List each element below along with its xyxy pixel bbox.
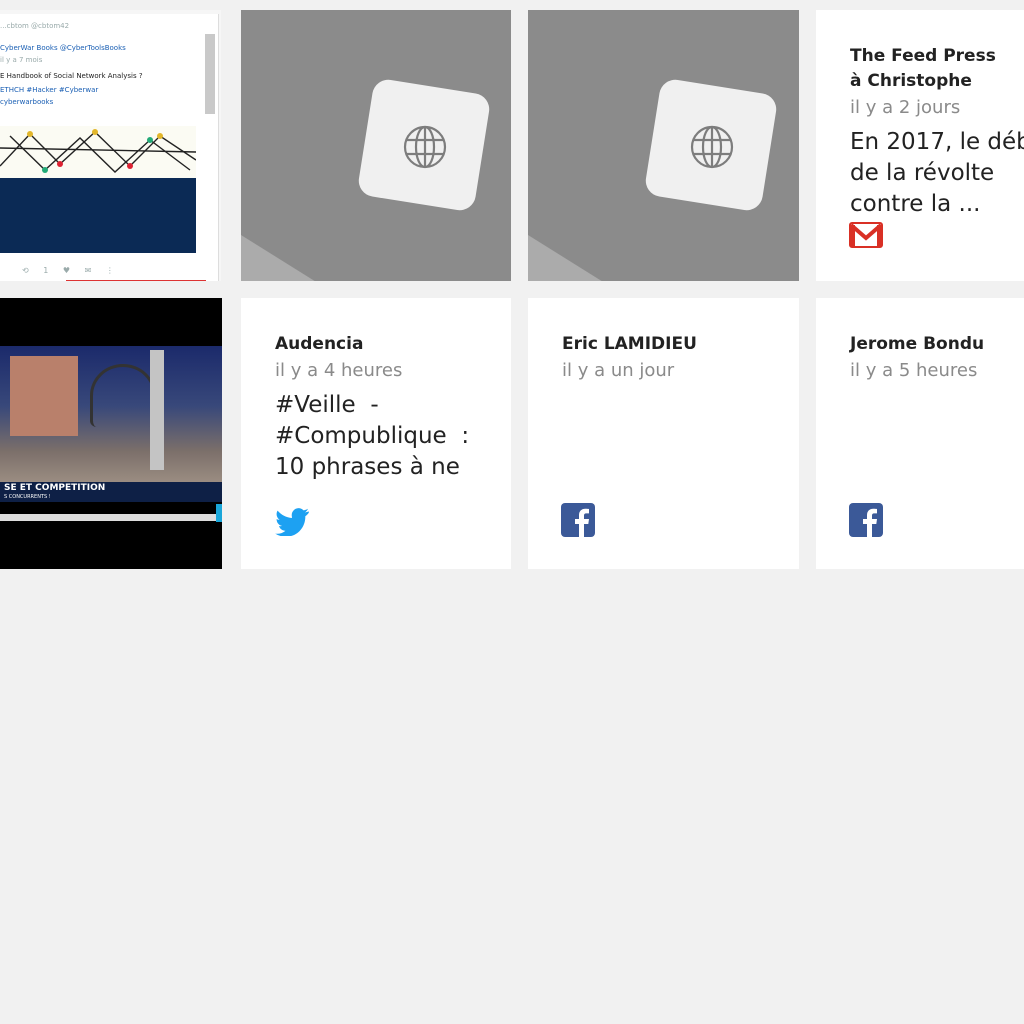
message-card[interactable]: The Feed Press à Christophe il y a 2 jou… xyxy=(816,10,1024,281)
tweet-account: CyberWar Books @CyberToolsBooks xyxy=(0,44,126,52)
card-recipient: à Christophe xyxy=(850,71,972,91)
message-card[interactable]: Jerome Bondu il y a 5 heures xyxy=(816,298,1024,569)
card-header: The Feed Press à Christophe xyxy=(850,10,1024,94)
message-card[interactable]: Eric LAMIDIEU il y a un jour xyxy=(528,298,799,569)
card-time: il y a un jour xyxy=(562,360,675,381)
video-progress-handle[interactable] xyxy=(216,504,222,522)
message-card[interactable]: Audencia il y a 4 heures #Veille - #Comp… xyxy=(241,298,511,569)
network-graph-image xyxy=(0,126,196,178)
link-placeholder-tile[interactable] xyxy=(241,10,511,281)
globe-icon xyxy=(690,125,734,169)
tweet-actions: ⟲ 1 ♥ ✉ ⋮ xyxy=(22,266,120,275)
card-author: Eric LAMIDIEU xyxy=(562,334,697,354)
tweet-screenshot: ...cbtom @cbtom42 CyberWar Books @CyberT… xyxy=(0,14,219,281)
tweet-handle: ...cbtom @cbtom42 xyxy=(0,22,70,30)
card-author: Jerome Bondu xyxy=(850,334,985,354)
placeholder-shape xyxy=(241,210,511,281)
card-time: il y a 2 jours xyxy=(850,97,961,118)
placeholder-shape xyxy=(528,210,799,281)
facebook-icon xyxy=(561,503,595,537)
tweet-time: il y a 7 mois xyxy=(0,56,43,64)
video-sculpture xyxy=(90,364,156,427)
card-time: il y a 4 heures xyxy=(275,360,403,381)
card-snippet: En 2017, le déb de la révolte contre la … xyxy=(850,129,1024,217)
globe-icon xyxy=(403,125,447,169)
video-banner-title: SE ET COMPETITION xyxy=(4,483,106,493)
facebook-icon xyxy=(849,503,883,537)
video-thumbnail-tile[interactable]: SE ET COMPETITION S CONCURRENTS ! xyxy=(0,298,222,569)
tweet-hashtags: ETHCH #Hacker #Cyberwar xyxy=(0,86,99,94)
card-snippet: #Veille - #Compublique : 10 phrases à ne xyxy=(275,392,470,480)
scrollbar xyxy=(205,34,215,114)
video-building xyxy=(10,356,78,436)
video-banner-subtitle: S CONCURRENTS ! xyxy=(4,494,51,500)
tweet-text: E Handbook of Social Network Analysis ? xyxy=(0,72,143,80)
book-cover-image xyxy=(0,178,196,253)
gmail-icon xyxy=(849,222,883,248)
video-banner: SE ET COMPETITION S CONCURRENTS ! xyxy=(0,482,222,502)
highlight-box xyxy=(66,280,206,281)
tweet-hashtag-2: cyberwarbooks xyxy=(0,98,54,106)
video-pillar xyxy=(150,350,164,470)
video-progress-bar[interactable] xyxy=(0,514,222,521)
card-time: il y a 5 heures xyxy=(850,360,978,381)
card-author: The Feed Press xyxy=(850,46,996,66)
card-author: Audencia xyxy=(275,334,364,354)
link-placeholder-tile[interactable] xyxy=(528,10,799,281)
tweet-screenshot-tile[interactable]: ...cbtom @cbtom42 CyberWar Books @CyberT… xyxy=(0,10,221,281)
twitter-icon xyxy=(275,508,309,536)
